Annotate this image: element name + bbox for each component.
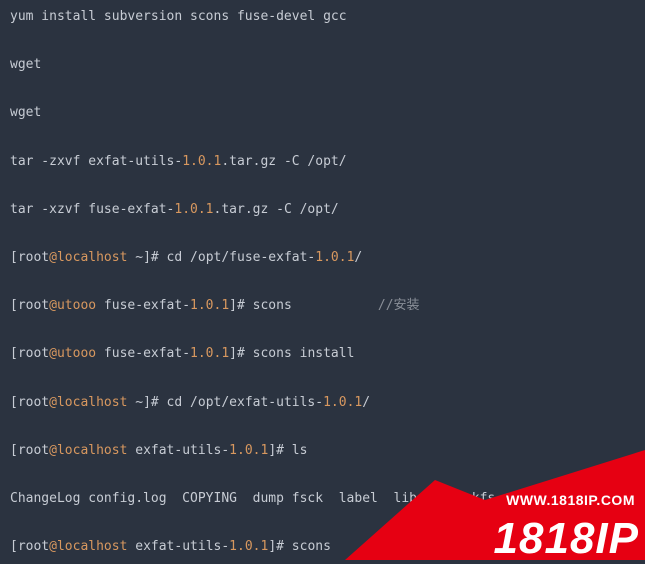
text-segment: root [18,443,49,458]
terminal-line: [root@utooo fuse-exfat-1.0.1]# scons ins… [10,345,635,363]
text-segment: 1.0.1 [229,539,268,554]
terminal-line: ChangeLog config.log COPYING dump fsck l… [10,490,635,508]
text-segment: root [18,346,49,361]
terminal-line: [root@utooo fuse-exfat-1.0.1]# scons //安… [10,297,635,315]
text-segment: 1.0.1 [182,154,221,169]
text-segment: exfat-utils- [127,443,229,458]
text-segment: .tar.gz -C /opt/ [221,154,346,169]
terminal-line: wget [10,56,635,74]
text-segment: root [18,298,49,313]
text-segment: [ [10,250,18,265]
text-segment: 1.0.1 [323,395,362,410]
text-segment: [ [10,395,18,410]
text-segment: @localhost [49,395,127,410]
terminal-line: yum install subversion scons fuse-devel … [10,8,635,26]
text-segment: [ [10,443,18,458]
text-segment: ]# scons [268,539,331,554]
text-segment: tar -xzvf fuse-exfat- [10,202,174,217]
text-segment: exfat-utils- [127,539,229,554]
text-segment: .tar.gz -C /opt/ [214,202,339,217]
terminal-line: [root@localhost ~]# cd /opt/fuse-exfat-1… [10,249,635,267]
text-segment: @localhost [49,443,127,458]
text-segment: [ [10,539,18,554]
text-segment: [ [10,346,18,361]
text-segment: @localhost [49,250,127,265]
text-segment: wget [10,105,41,120]
text-segment: 1.0.1 [190,298,229,313]
text-segment: ]# ls [268,443,307,458]
text-segment: yum install subversion scons fuse-devel … [10,9,347,24]
text-segment: ~]# cd /opt/fuse-exfat- [127,250,315,265]
text-segment: root [18,539,49,554]
text-segment: fuse-exfat- [96,346,190,361]
text-segment: @utooo [49,298,96,313]
text-segment: @localhost [49,539,127,554]
text-segment: ]# scons [229,298,378,313]
terminal-line: [root@localhost ~]# cd /opt/exfat-utils-… [10,394,635,412]
text-segment: ~]# cd /opt/exfat-utils- [127,395,323,410]
text-segment: @utooo [49,346,96,361]
text-segment: tar -zxvf exfat-utils- [10,154,182,169]
text-segment: 1.0.1 [174,202,213,217]
text-segment: [ [10,298,18,313]
text-segment: 1.0.1 [190,346,229,361]
text-segment: / [362,395,370,410]
text-segment: ]# scons install [229,346,354,361]
text-segment: / [354,250,362,265]
text-segment: //安装 [378,298,420,313]
terminal-line: wget [10,104,635,122]
terminal-line: [root@localhost exfat-utils-1.0.1]# scon… [10,538,635,556]
terminal-line: tar -xzvf fuse-exfat-1.0.1.tar.gz -C /op… [10,201,635,219]
terminal-line: tar -zxvf exfat-utils-1.0.1.tar.gz -C /o… [10,153,635,171]
text-segment: 1.0.1 [315,250,354,265]
terminal-line: [root@localhost exfat-utils-1.0.1]# ls [10,442,635,460]
text-segment: root [18,395,49,410]
text-segment: root [18,250,49,265]
text-segment: ChangeLog config.log COPYING dump fsck l… [10,491,589,506]
text-segment: 1.0.1 [229,443,268,458]
terminal-output: yum install subversion scons fuse-devel … [0,0,645,560]
text-segment: wget [10,57,41,72]
text-segment: fuse-exfat- [96,298,190,313]
